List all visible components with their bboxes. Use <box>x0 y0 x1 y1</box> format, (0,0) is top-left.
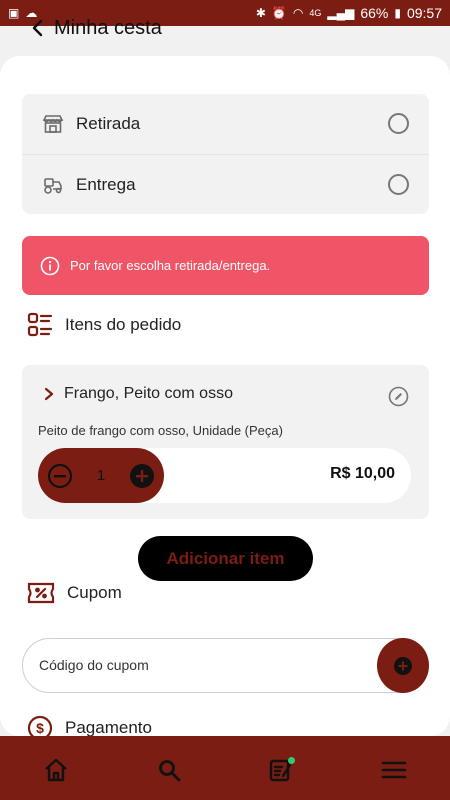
alarm-icon: ⏰ <box>271 6 287 20</box>
store-icon <box>42 113 64 135</box>
delivery-option-delivery[interactable]: Entrega <box>22 154 429 214</box>
wifi-icon: ◠ <box>292 6 304 20</box>
quantity-stepper: 1 <box>38 448 164 503</box>
delivery-option-pickup[interactable]: Retirada <box>22 94 429 154</box>
tractor-icon <box>42 174 64 196</box>
dollar-icon: $ <box>27 715 53 736</box>
section-title: Cupom <box>67 583 122 602</box>
add-item-button[interactable]: Adicionar item <box>138 536 313 581</box>
nav-orders-button[interactable] <box>261 750 301 790</box>
delivery-radio[interactable] <box>388 174 409 195</box>
delivery-option-label: Retirada <box>76 114 141 133</box>
section-title: Pagamento <box>65 718 152 736</box>
item-price: R$ 10,00 <box>330 465 395 482</box>
coupon-code-field[interactable]: Código do cupom <box>22 638 429 693</box>
pickup-radio[interactable] <box>388 113 409 134</box>
bottom-navigation <box>0 736 450 800</box>
page-title: Minha cesta <box>54 16 162 39</box>
back-arrow-icon <box>32 19 43 37</box>
coupon-placeholder: Código do cupom <box>39 657 149 673</box>
signal-icon: ▂▄▆ <box>327 6 355 20</box>
nav-menu-button[interactable] <box>374 750 414 790</box>
coupon-icon <box>27 582 55 604</box>
chevron-right-icon <box>44 387 54 401</box>
battery-icon: ▮ <box>394 6 401 20</box>
alert-message: Por favor escolha retirada/entrega. <box>70 258 271 273</box>
plus-icon <box>394 656 412 675</box>
minus-icon <box>47 463 73 488</box>
plus-icon <box>130 463 154 488</box>
quantity-price-bar: 1 R$ 10,00 <box>38 448 411 503</box>
edit-icon[interactable] <box>388 386 409 407</box>
section-title: Itens do pedido <box>65 315 182 334</box>
apply-coupon-button[interactable] <box>377 638 429 693</box>
bluetooth-icon: ✱ <box>255 6 266 20</box>
item-expand-toggle[interactable]: Frango, Peito com osso <box>44 385 233 403</box>
network-type: 4G <box>309 8 322 18</box>
quantity-value: 1 <box>96 467 106 484</box>
basket-sheet: Retirada Entrega Por favor escolha retir… <box>0 56 450 736</box>
payment-header: $ Pagamento <box>27 715 152 736</box>
delivery-option-label: Entrega <box>76 174 136 194</box>
delivery-options: Retirada Entrega <box>22 94 429 214</box>
search-icon <box>158 760 181 782</box>
home-icon <box>45 758 68 782</box>
nav-home-button[interactable] <box>36 750 76 790</box>
battery-percentage: 66% <box>360 5 389 21</box>
status-time: 09:57 <box>406 5 442 21</box>
menu-icon <box>381 761 407 779</box>
list-icon <box>27 312 53 337</box>
back-button[interactable] <box>26 16 50 40</box>
item-name: Frango, Peito com osso <box>64 385 233 402</box>
coupon-header: Cupom <box>27 582 122 604</box>
order-item-card: Frango, Peito com osso Peito de frango c… <box>22 365 429 519</box>
svg-text:$: $ <box>36 720 44 736</box>
decrease-quantity-button[interactable] <box>47 463 73 489</box>
nav-search-button[interactable] <box>149 750 189 790</box>
info-icon <box>40 256 60 275</box>
item-description: Peito de frango com osso, Unidade (Peça) <box>38 423 283 438</box>
order-items-header: Itens do pedido <box>27 312 181 338</box>
image-notification-icon: ▣ <box>8 6 20 20</box>
delivery-alert: Por favor escolha retirada/entrega. <box>22 236 429 295</box>
increase-quantity-button[interactable] <box>129 463 155 489</box>
